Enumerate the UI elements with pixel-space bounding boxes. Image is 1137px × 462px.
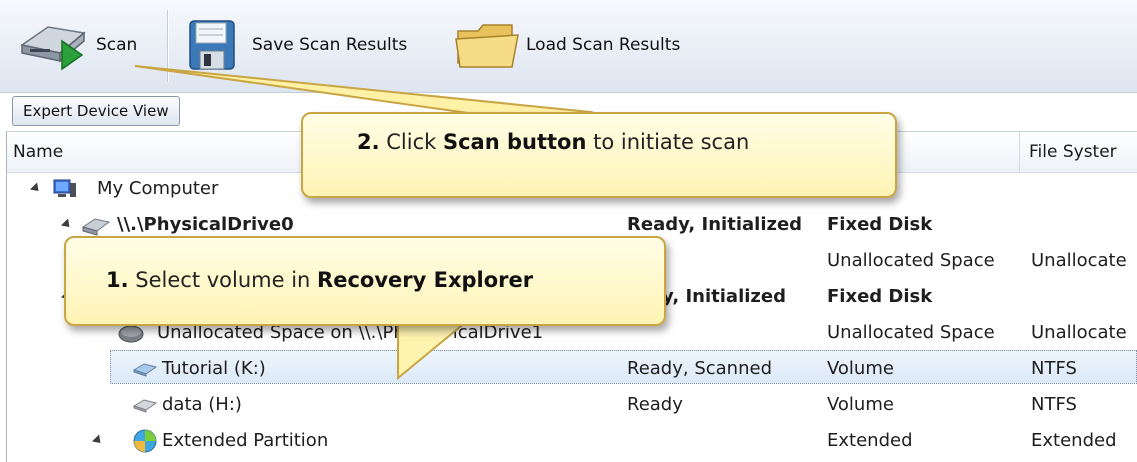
callout-step-number: 1. [106, 268, 129, 292]
callout-scan-button: 2. Click Scan button to initiate scan [301, 112, 897, 198]
callout-step-number: 2. [357, 130, 380, 154]
callout-text: Click [379, 130, 443, 154]
callout-text: to initiate scan [586, 130, 750, 154]
callout-scan-text: 2. Click Scan button to initiate scan [357, 130, 749, 154]
callout-text: Select volume in [128, 268, 318, 292]
callout-pointers [134, 65, 594, 381]
callout-select-volume: 1. Select volume in Recovery Explorer [64, 236, 666, 326]
callout-emphasis: Scan button [442, 130, 587, 154]
callout-emphasis: Recovery Explorer [317, 268, 534, 292]
callout-select-text: 1. Select volume in Recovery Explorer [106, 268, 533, 292]
